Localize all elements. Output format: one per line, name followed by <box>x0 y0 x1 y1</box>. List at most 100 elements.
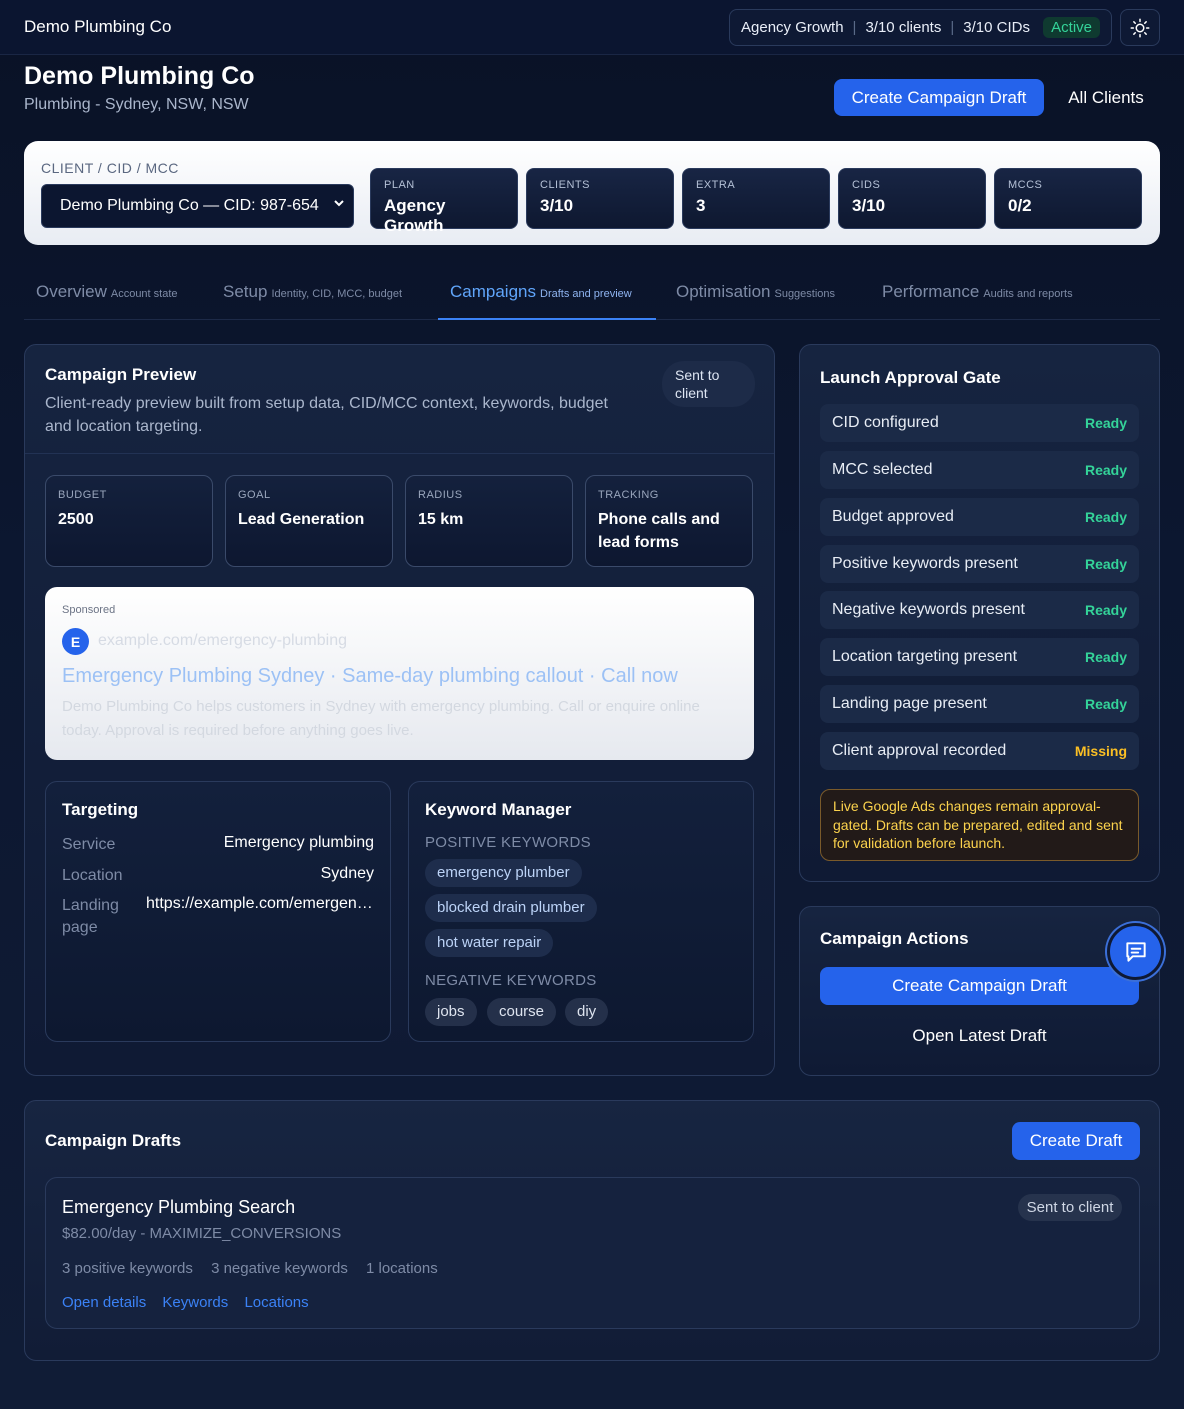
chat-button[interactable] <box>1107 923 1164 980</box>
ad-url: example.com/emergency-plumbing <box>98 632 347 649</box>
status-badge: Sent to client <box>1018 1194 1122 1221</box>
gate-row: Landing page present Ready <box>820 685 1139 723</box>
campaign-drafts-card: Campaign Drafts Create Draft Emergency P… <box>24 1100 1160 1361</box>
tab-sublabel: Identity, CID, MCC, budget <box>271 288 403 300</box>
stat-cids: CIDS 3/10 <box>838 168 986 229</box>
tab-overview[interactable]: Overview Account state <box>36 282 178 320</box>
stat-key: MCCS <box>1008 179 1043 191</box>
gate-row-status: Ready <box>1084 696 1127 712</box>
brand-name: Demo Plumbing Co <box>24 17 172 36</box>
gate-title: Launch Approval Gate <box>820 368 1001 387</box>
plan-summary: Agency Growth | 3/10 clients | 3/10 CIDs… <box>729 9 1112 46</box>
campaign-actions-card: Campaign Actions Create Campaign Draft O… <box>799 906 1160 1076</box>
targeting-title: Targeting <box>62 800 139 819</box>
draft-budget-strategy: $82.00/day - MAXIMIZE_CONVERSIONS <box>62 1225 342 1242</box>
tab-label: Campaigns <box>450 282 536 301</box>
metric-budget: BUDGET 2500 <box>45 475 213 567</box>
stat-plan: PLAN Agency Growth <box>370 168 518 235</box>
create-campaign-draft-button[interactable]: Create Campaign Draft <box>820 967 1139 1005</box>
draft-locations-count: 1 locations <box>366 1260 438 1277</box>
open-details-link[interactable]: Open details <box>62 1294 146 1311</box>
tab-sublabel: Account state <box>110 288 178 300</box>
status-badge: Sent to client <box>662 361 755 407</box>
negative-keyword-chip[interactable]: course <box>487 998 557 1026</box>
gate-row-label: Location targeting present <box>832 648 1018 665</box>
tab-sublabel: Audits and reports <box>983 288 1073 300</box>
stat-value: 3/10 <box>852 196 886 215</box>
gate-row-status: Ready <box>1084 556 1127 572</box>
gate-row-label: Positive keywords present <box>832 555 1018 572</box>
draft-positive-count: 3 positive keywords <box>62 1260 193 1277</box>
targeting-card: Targeting Service Emergency plumbing Loc… <box>45 781 391 1042</box>
chevron-down-icon <box>333 197 345 212</box>
keyword-manager-card: Keyword Manager POSITIVE KEYWORDS emerge… <box>408 781 754 1042</box>
metric-key: GOAL <box>238 489 271 501</box>
theme-toggle-button[interactable] <box>1120 9 1160 46</box>
campaign-actions-title: Campaign Actions <box>820 929 969 948</box>
stat-value: 0/2 <box>1008 196 1032 215</box>
avatar: E <box>62 628 89 655</box>
tab-setup[interactable]: Setup Identity, CID, MCC, budget <box>223 282 402 320</box>
negative-keyword-chip[interactable]: jobs <box>425 998 477 1026</box>
plan-name: Agency Growth <box>741 19 844 36</box>
keyword-manager-title: Keyword Manager <box>425 800 572 819</box>
stat-key: PLAN <box>384 179 415 191</box>
metric-value: 2500 <box>58 511 94 528</box>
targeting-label: Landing page <box>62 897 119 936</box>
all-clients-button[interactable]: All Clients <box>1058 79 1154 116</box>
tab-performance[interactable]: Performance Audits and reports <box>882 282 1073 320</box>
separator: | <box>852 19 857 36</box>
metric-goal: GOAL Lead Generation <box>225 475 393 567</box>
ad-description: Demo Plumbing Co helps customers in Sydn… <box>62 698 700 739</box>
gate-row: Negative keywords present Ready <box>820 591 1139 629</box>
separator: | <box>950 19 955 36</box>
stat-value: 3 <box>696 196 706 215</box>
create-draft-button[interactable]: Create Draft <box>1012 1122 1140 1160</box>
open-latest-draft-button[interactable]: Open Latest Draft <box>820 1017 1139 1055</box>
clients-count: 3/10 clients <box>865 19 942 36</box>
negative-keyword-chip[interactable]: diy <box>565 998 609 1026</box>
positive-keyword-chip[interactable]: hot water repair <box>425 929 554 957</box>
cids-count: 3/10 CIDs <box>963 19 1030 36</box>
stat-value: Agency Growth <box>384 196 446 235</box>
create-campaign-draft-button[interactable]: Create Campaign Draft <box>834 79 1044 116</box>
stat-key: CLIENTS <box>540 179 590 191</box>
gate-row: Location targeting present Ready <box>820 638 1139 676</box>
campaign-preview-card: Campaign Preview Client-ready preview bu… <box>24 344 775 1076</box>
targeting-label: Location <box>62 867 123 884</box>
metric-key: TRACKING <box>598 489 659 501</box>
divider <box>25 453 774 454</box>
targeting-value: https://example.com/emergency-plumbing <box>146 895 374 912</box>
keywords-link[interactable]: Keywords <box>162 1294 228 1311</box>
page-title: Demo Plumbing Co <box>24 62 255 90</box>
gate-row-status: Ready <box>1084 602 1127 618</box>
status-badge: Active <box>1043 17 1100 38</box>
page-subtitle: Plumbing - Sydney, NSW, NSW <box>24 96 249 113</box>
locations-link[interactable]: Locations <box>244 1294 308 1311</box>
gate-row-status: Ready <box>1084 462 1127 478</box>
selector-label: CLIENT / CID / MCC <box>41 160 179 176</box>
gate-row-status: Ready <box>1084 415 1127 431</box>
ad-preview: Sponsored E example.com/emergency-plumbi… <box>45 587 754 760</box>
gate-row: Budget approved Ready <box>820 498 1139 536</box>
positive-keyword-chip[interactable]: emergency plumber <box>425 859 582 887</box>
stat-extra: EXTRA 3 <box>682 168 830 229</box>
draft-links: Open details Keywords Locations <box>62 1294 321 1311</box>
draft-list-item: Emergency Plumbing Search $82.00/day - M… <box>45 1177 1140 1329</box>
campaign-drafts-title: Campaign Drafts <box>45 1131 182 1150</box>
ad-headline: Emergency Plumbing Sydney · Same-day plu… <box>62 665 678 687</box>
gate-row-label: MCC selected <box>832 461 933 478</box>
metric-key: BUDGET <box>58 489 107 501</box>
approval-warning-note: Live Google Ads changes remain approval-… <box>820 789 1139 861</box>
stat-key: EXTRA <box>696 179 736 191</box>
tab-optimisation[interactable]: Optimisation Suggestions <box>676 282 835 320</box>
positive-keyword-chip[interactable]: blocked drain plumber <box>425 894 597 922</box>
tab-campaigns[interactable]: Campaigns Drafts and preview <box>438 282 656 320</box>
gate-row: CID configured Ready <box>820 404 1139 442</box>
metric-value: Lead Generation <box>238 511 365 528</box>
positive-keywords-heading: POSITIVE KEYWORDS <box>425 834 591 851</box>
gate-row-label: Landing page present <box>832 695 987 712</box>
campaign-preview-title: Campaign Preview <box>45 365 197 384</box>
client-select-value: Demo Plumbing Co — CID: 987-654 <box>60 197 319 214</box>
client-select[interactable]: Demo Plumbing Co — CID: 987-654 <box>41 184 354 228</box>
